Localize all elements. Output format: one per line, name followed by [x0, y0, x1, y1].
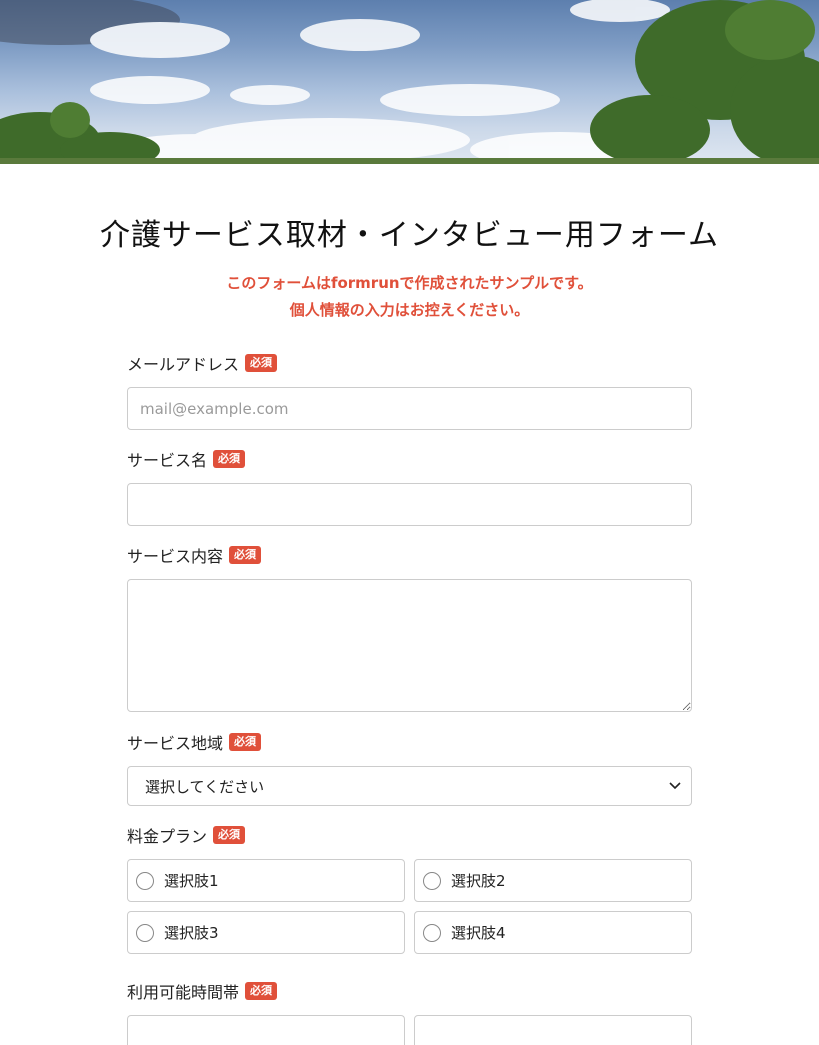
- service-area-field-group: サービス地域 必須: [127, 730, 262, 754]
- required-badge: 必須: [245, 982, 278, 1000]
- service-area-selected: 選択してください: [145, 777, 265, 796]
- price-plan-field-group: 料金プラン 必須: [127, 823, 246, 847]
- service-name-input[interactable]: [127, 483, 692, 526]
- page-title: 介護サービス取材・インタビュー用フォーム: [99, 218, 720, 253]
- service-name-label: サービス名: [127, 451, 208, 470]
- service-area-label: サービス地域: [127, 734, 224, 753]
- option-label: 選択肢3: [164, 924, 219, 942]
- available-time-label: 利用可能時間帯: [127, 983, 240, 1002]
- radio-circle-icon[interactable]: [423, 871, 441, 890]
- required-badge: 必須: [213, 450, 246, 468]
- price-plan-options: 選択肢1 選択肢2 選択肢3 選択肢4: [127, 859, 692, 954]
- sky-landscape-image: [0, 0, 819, 164]
- email-field-group: メールアドレス 必須: [127, 351, 278, 375]
- chevron-down-icon: [669, 782, 681, 790]
- required-badge: 必須: [213, 826, 246, 844]
- email-label: メールアドレス: [127, 355, 240, 374]
- required-badge: 必須: [245, 354, 278, 372]
- available-time-options: [127, 1015, 692, 1045]
- radio-circle-icon[interactable]: [136, 871, 154, 890]
- service-content-label: サービス内容: [127, 547, 224, 566]
- option-label: 選択肢1: [164, 872, 219, 890]
- radio-circle-icon[interactable]: [136, 923, 154, 942]
- price-plan-option-1[interactable]: 選択肢1: [127, 859, 405, 902]
- available-time-option-1[interactable]: [127, 1015, 405, 1045]
- available-time-field-group: 利用可能時間帯 必須: [127, 979, 278, 1003]
- service-name-field-group: サービス名 必須: [127, 447, 246, 471]
- email-input[interactable]: [127, 387, 692, 430]
- price-plan-option-4[interactable]: 選択肢4: [414, 911, 692, 954]
- required-badge: 必須: [229, 546, 262, 564]
- sample-notice: このフォームはformrunで作成されたサンプルです。 個人情報の入力はお控えく…: [0, 270, 819, 324]
- notice-line-2: 個人情報の入力はお控えください。: [289, 301, 530, 319]
- radio-circle-icon[interactable]: [423, 923, 441, 942]
- service-content-textarea[interactable]: [127, 579, 692, 712]
- price-plan-label: 料金プラン: [127, 827, 208, 846]
- option-label: 選択肢2: [451, 872, 506, 890]
- available-time-option-2[interactable]: [414, 1015, 692, 1045]
- header-image: [0, 0, 819, 164]
- notice-line-1: このフォームはformrunで作成されたサンプルです。: [226, 274, 593, 292]
- required-badge: 必須: [229, 733, 262, 751]
- option-label: 選択肢4: [451, 924, 506, 942]
- service-content-field-group: サービス内容 必須: [127, 543, 262, 567]
- price-plan-option-2[interactable]: 選択肢2: [414, 859, 692, 902]
- price-plan-option-3[interactable]: 選択肢3: [127, 911, 405, 954]
- service-area-select[interactable]: 選択してください: [127, 766, 692, 806]
